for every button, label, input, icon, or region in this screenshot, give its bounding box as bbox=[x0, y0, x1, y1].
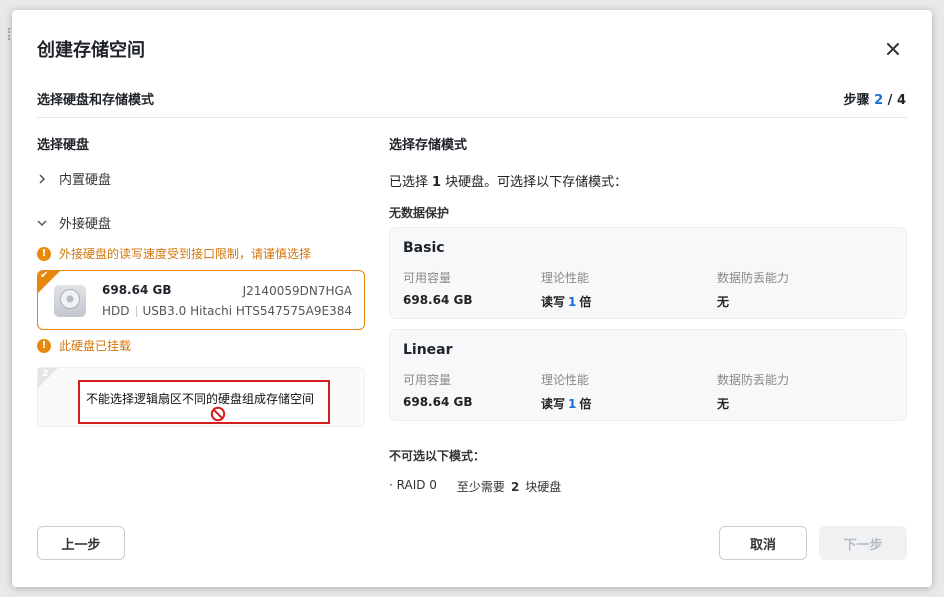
check-icon: ✔ bbox=[40, 270, 49, 281]
disk-meta: HDD USB3.0 bbox=[102, 304, 186, 318]
selected-count: 1 bbox=[432, 175, 442, 190]
disk-interface: USB3.0 bbox=[142, 304, 187, 318]
step-total: 4 bbox=[896, 93, 906, 108]
header-divider bbox=[37, 117, 907, 118]
capacity-value: 698.64 GB bbox=[403, 395, 473, 409]
performance-label: 理论性能 bbox=[541, 271, 590, 285]
performance-value: 读写 1 倍 bbox=[541, 395, 591, 412]
raid-requirement: 至少需要 2 块硬盘 bbox=[457, 478, 561, 495]
req-count: 2 bbox=[510, 480, 520, 494]
capacity-label: 可用容量 bbox=[403, 373, 452, 387]
perf-prefix: 读写 bbox=[541, 397, 566, 411]
close-icon bbox=[887, 43, 899, 55]
disk-serial: J2140059DN7HGA bbox=[242, 284, 352, 298]
next-button[interactable]: 下一步 bbox=[819, 526, 907, 560]
tolerance-label: 数据防丢能力 bbox=[717, 271, 790, 285]
external-disks-label: 外接硬盘 bbox=[59, 217, 112, 232]
perf-prefix: 读写 bbox=[541, 295, 566, 309]
raid-name: · RAID 0 bbox=[389, 478, 437, 492]
tooltip-text: 不能选择逻辑扇区不同的硬盘组成存储空间 bbox=[86, 392, 315, 406]
disk-index: 2 bbox=[42, 369, 49, 379]
mode-name: Basic bbox=[403, 240, 445, 256]
mounted-warning: ! 此硬盘已挂载 bbox=[37, 337, 131, 354]
step-current: 2 bbox=[874, 93, 884, 108]
mode-name: Linear bbox=[403, 342, 453, 358]
unavailable-title: 不可选以下模式： bbox=[389, 449, 486, 463]
selected-summary: 已选择 1 块硬盘。可选择以下存储模式： bbox=[389, 171, 627, 190]
dialog-title: 创建存储空间 bbox=[37, 40, 145, 61]
external-speed-warning-text: 外接硬盘的读写速度受到接口限制，请谨慎选择 bbox=[59, 247, 312, 261]
chevron-right-icon bbox=[39, 173, 46, 184]
capacity-value: 698.64 GB bbox=[403, 293, 473, 307]
perf-multiplier: 1 bbox=[568, 397, 577, 411]
disk-capacity: 698.64 GB bbox=[102, 283, 172, 297]
internal-disks-toggle[interactable]: 内置硬盘 bbox=[37, 169, 111, 188]
tolerance-value: 无 bbox=[717, 397, 730, 411]
disabled-tooltip: 不能选择逻辑扇区不同的硬盘组成存储空间 bbox=[78, 380, 330, 424]
cancel-button[interactable]: 取消 bbox=[719, 526, 807, 560]
capacity-label: 可用容量 bbox=[403, 271, 452, 285]
mounted-warning-text: 此硬盘已挂载 bbox=[59, 339, 132, 353]
performance-label: 理论性能 bbox=[541, 373, 590, 387]
internal-disks-label: 内置硬盘 bbox=[59, 173, 112, 188]
unavailable-raid0: · RAID 0 至少需要 2 块硬盘 bbox=[389, 478, 561, 495]
selected-suffix: 块硬盘。可选择以下存储模式： bbox=[445, 175, 628, 190]
warning-icon: ! bbox=[37, 246, 51, 261]
selected-prefix: 已选择 bbox=[389, 175, 429, 190]
step-separator: / bbox=[887, 93, 893, 108]
warning-icon: ! bbox=[37, 338, 51, 353]
group-no-protection: 无数据保护 bbox=[389, 206, 450, 220]
meta-separator bbox=[135, 305, 137, 317]
disk-card-1[interactable]: ✔ 698.64 GB J2140059DN7HGA HDD USB3.0 Hi… bbox=[37, 270, 365, 330]
create-storage-dialog: 创建存储空间 选择硬盘和存储模式 步骤 2 / 4 选择硬盘 内置硬盘 外接硬盘… bbox=[12, 10, 932, 587]
select-disk-title: 选择硬盘 bbox=[37, 138, 90, 153]
ban-icon bbox=[210, 406, 226, 422]
step-label: 步骤 bbox=[843, 93, 870, 108]
mode-card-linear[interactable]: Linear 可用容量 理论性能 数据防丢能力 698.64 GB 读写 1 倍 无 bbox=[389, 329, 907, 421]
tolerance-value: 无 bbox=[717, 295, 730, 309]
disk-type: HDD bbox=[102, 304, 130, 318]
mode-card-basic[interactable]: Basic 可用容量 理论性能 数据防丢能力 698.64 GB 读写 1 倍 无 bbox=[389, 227, 907, 319]
step-indicator: 步骤 2 / 4 bbox=[844, 89, 906, 108]
perf-multiplier: 1 bbox=[568, 295, 577, 309]
external-disks-toggle[interactable]: 外接硬盘 bbox=[37, 213, 111, 232]
chevron-down-icon bbox=[37, 219, 47, 226]
external-speed-warning: ! 外接硬盘的读写速度受到接口限制，请谨慎选择 bbox=[37, 245, 311, 262]
req-suffix: 块硬盘 bbox=[525, 480, 562, 494]
tolerance-label: 数据防丢能力 bbox=[717, 373, 790, 387]
hdd-icon bbox=[54, 285, 86, 317]
perf-suffix: 倍 bbox=[579, 397, 592, 411]
select-mode-title: 选择存储模式 bbox=[389, 138, 468, 153]
prev-button[interactable]: 上一步 bbox=[37, 526, 125, 560]
disk-model: Hitachi HTS547575A9E384 bbox=[190, 304, 352, 318]
performance-value: 读写 1 倍 bbox=[541, 293, 591, 310]
dialog-subtitle: 选择硬盘和存储模式 bbox=[37, 93, 155, 108]
perf-suffix: 倍 bbox=[579, 295, 592, 309]
close-button[interactable] bbox=[880, 36, 906, 62]
req-prefix: 至少需要 bbox=[456, 480, 505, 494]
